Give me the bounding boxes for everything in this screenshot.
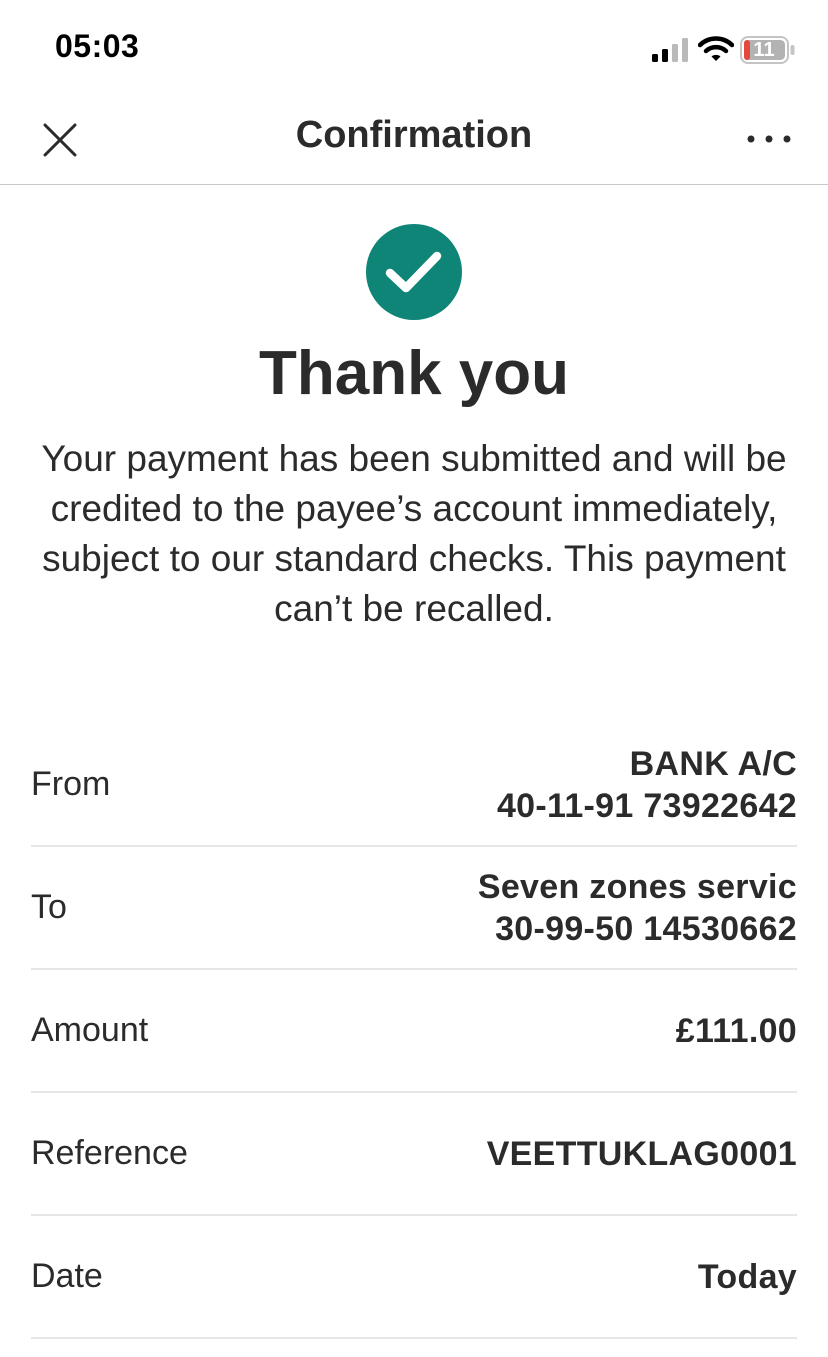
payee-account-number: 30-99-50 14530662: [495, 909, 797, 948]
to-label: To: [31, 888, 67, 926]
to-value: Seven zones servic 30-99-50 14530662: [478, 847, 797, 968]
payment-details: From BANK A/C 40-11-91 73922642 To Seven…: [31, 724, 797, 1339]
confirmation-headline: Thank you: [258, 339, 570, 408]
nav-bar: Confirmation: [0, 96, 828, 185]
reference-label: Reference: [31, 1134, 188, 1172]
detail-row-amount: Amount £111.00: [31, 970, 797, 1093]
reference-value: VEETTUKLAG0001: [486, 1134, 797, 1173]
amount-value: £111.00: [675, 1011, 797, 1050]
detail-row-reference: Reference VEETTUKLAG0001: [31, 1093, 797, 1216]
more-icon[interactable]: [742, 118, 796, 162]
confirmation-message: Your payment has been submitted and will…: [41, 438, 787, 629]
from-value: BANK A/C 40-11-91 73922642: [497, 724, 797, 845]
page-title: Confirmation: [295, 114, 533, 156]
wifi-icon: [698, 36, 734, 61]
detail-row-date: Date Today: [31, 1216, 797, 1339]
date-label: Date: [31, 1257, 103, 1295]
from-account-name: BANK A/C: [629, 744, 797, 783]
status-bar: 05:03 11: [0, 0, 828, 96]
detail-row-to: To Seven zones servic 30-99-50 14530662: [31, 847, 797, 970]
battery-level: 11: [753, 39, 775, 61]
from-label: From: [31, 765, 111, 803]
signal-icon: [652, 38, 688, 62]
check-circle-icon: [366, 224, 462, 320]
detail-row-from: From BANK A/C 40-11-91 73922642: [31, 724, 797, 847]
date-value: Today: [697, 1257, 797, 1296]
payee-name: Seven zones servic: [477, 867, 797, 906]
amount-label: Amount: [31, 1011, 149, 1049]
status-time: 05:03: [55, 28, 140, 64]
from-account-number: 40-11-91 73922642: [496, 786, 797, 825]
